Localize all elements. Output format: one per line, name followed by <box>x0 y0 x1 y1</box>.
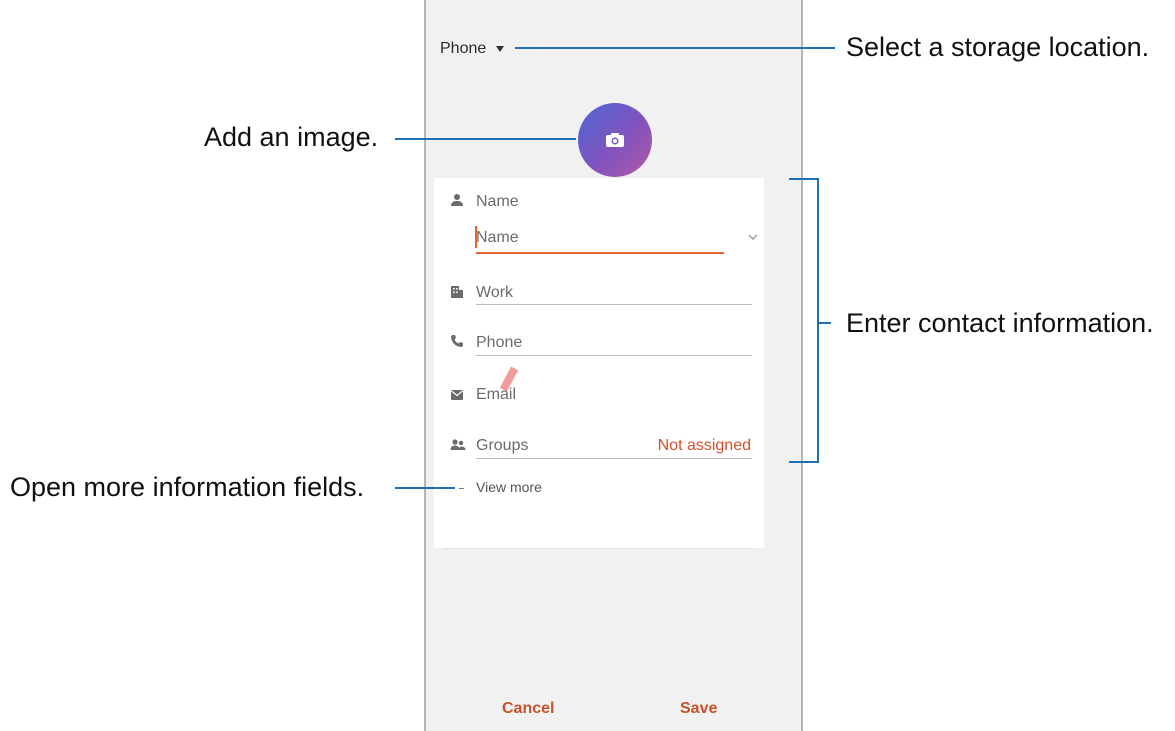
view-more-dash <box>459 488 464 489</box>
envelope-icon <box>451 390 463 400</box>
caret-down-icon <box>496 46 505 52</box>
work-field-underline <box>476 304 752 305</box>
name-field-underline <box>476 252 724 254</box>
callout-bracket-top <box>789 178 819 180</box>
storage-location-label: Phone <box>440 40 487 57</box>
callout-line-contact <box>819 322 831 324</box>
save-button[interactable]: Save <box>680 700 717 718</box>
text-cursor <box>475 226 477 248</box>
callout-more-fields: Open more information fields. <box>10 472 365 502</box>
camera-icon <box>606 133 624 147</box>
callout-storage-location: Select a storage location. <box>846 32 1150 62</box>
callout-line-storage <box>515 47 835 49</box>
chevron-down-icon[interactable] <box>748 234 758 240</box>
work-field[interactable]: Work <box>476 284 513 302</box>
phone-field-underline <box>476 355 752 356</box>
phone-field[interactable]: Phone <box>476 334 522 352</box>
building-icon <box>451 286 463 298</box>
callout-bracket-side <box>817 178 819 463</box>
name-section-label: Name <box>476 193 519 210</box>
callout-line-image <box>395 138 576 140</box>
name-field[interactable] <box>476 226 708 250</box>
callout-bracket-bottom <box>789 461 819 463</box>
add-image-button[interactable] <box>578 103 652 177</box>
callout-add-image: Add an image. <box>204 122 379 152</box>
groups-field-underline <box>476 458 752 459</box>
form-divider <box>444 548 754 549</box>
callout-contact-info: Enter contact information. <box>846 308 1154 338</box>
callout-line-more-fields <box>395 487 455 489</box>
phone-screen: Phone Name Work Phone <box>424 0 803 731</box>
email-field[interactable]: Email <box>476 386 516 404</box>
person-icon <box>451 194 463 206</box>
view-more-button[interactable]: View more <box>476 479 542 495</box>
phone-icon <box>451 335 463 347</box>
groups-label: Groups <box>476 437 529 454</box>
cancel-button[interactable]: Cancel <box>502 700 554 718</box>
storage-location-dropdown[interactable]: Phone <box>440 40 505 58</box>
people-icon <box>450 439 466 450</box>
groups-value[interactable]: Not assigned <box>658 437 751 455</box>
